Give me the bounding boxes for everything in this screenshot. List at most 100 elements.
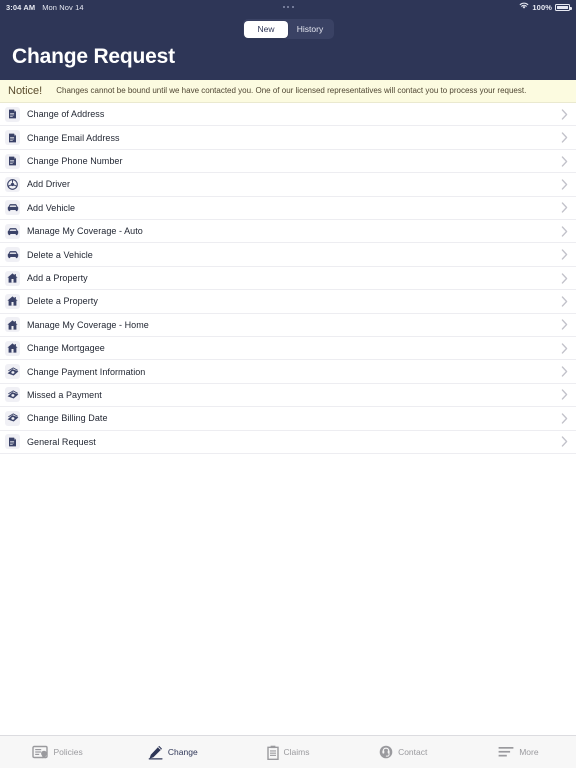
status-bar-center-dots <box>0 0 576 14</box>
segmented-control-wrap: New History <box>0 14 576 44</box>
headset-icon <box>379 745 393 759</box>
tab-history[interactable]: History <box>288 21 332 38</box>
list-item-label: Change Billing Date <box>27 413 108 424</box>
chevron-right-icon <box>561 249 568 260</box>
status-bar-time: 3:04 AM <box>6 2 36 12</box>
money-icon <box>5 387 20 403</box>
list-item-label: Manage My Coverage - Auto <box>27 226 143 237</box>
car-icon <box>5 223 20 239</box>
list-item-label: Missed a Payment <box>27 389 102 400</box>
menu-lines-icon <box>498 746 514 758</box>
pencil-icon <box>148 745 163 760</box>
list-item[interactable]: Missed a Payment <box>0 383 576 408</box>
chevron-right-icon <box>561 202 568 213</box>
list-item[interactable]: Manage My Coverage - Auto <box>0 220 576 244</box>
list-item[interactable]: Change Billing Date <box>0 407 576 431</box>
list-item-label: Delete a Property <box>27 296 98 307</box>
wifi-icon <box>519 2 529 12</box>
policy-certificate-icon <box>32 745 49 759</box>
page-title-wrap: Change Request <box>0 44 576 80</box>
status-bar-right: 100% <box>519 2 572 12</box>
notice-banner: Notice! Changes cannot be bound until we… <box>0 80 576 104</box>
segmented-control[interactable]: New History <box>242 19 334 39</box>
chevron-right-icon <box>561 272 568 284</box>
chevron-right-icon <box>561 389 568 401</box>
list-item[interactable]: Add a Property <box>0 266 576 291</box>
house-icon <box>5 340 20 356</box>
list-item[interactable]: Manage My Coverage - Home <box>0 313 576 337</box>
status-bar-date: Mon Nov 14 <box>42 2 84 12</box>
list-item-label: Change Email Address <box>27 132 120 143</box>
chevron-right-icon <box>561 319 568 330</box>
battery-full-icon <box>555 3 572 11</box>
document-icon <box>5 130 20 146</box>
chevron-right-icon <box>561 226 568 237</box>
tab-claims[interactable]: Claims <box>230 736 345 768</box>
house-icon <box>5 293 20 309</box>
dot-icon <box>282 6 285 8</box>
dot-icon <box>291 6 294 8</box>
nav-header: New History Change Request <box>0 14 576 81</box>
chevron-right-icon <box>561 366 568 377</box>
list-item-label: Delete a Vehicle <box>27 249 93 260</box>
steering-wheel-icon <box>5 176 20 192</box>
money-icon <box>5 410 20 426</box>
list-item-label: Add Vehicle <box>27 202 76 213</box>
notice-label: Notice! <box>8 85 43 98</box>
tab-more[interactable]: More <box>461 736 576 768</box>
content-filler <box>0 453 576 768</box>
list-item-label: Change Payment Information <box>27 366 146 377</box>
chevron-right-icon <box>561 436 568 447</box>
chevron-right-icon <box>561 109 568 120</box>
tab-policies[interactable]: Policies <box>0 736 115 768</box>
list-item-label: Manage My Coverage - Home <box>27 319 149 330</box>
money-icon <box>5 364 20 380</box>
notice-text: Changes cannot be bound until we have co… <box>56 85 527 95</box>
tab-label: Change <box>167 747 198 757</box>
list-item[interactable]: Change of Address <box>0 103 576 127</box>
document-icon <box>5 153 20 169</box>
list-item-label: Change Phone Number <box>27 156 123 167</box>
dot-icon <box>287 6 289 8</box>
chevron-right-icon <box>561 132 568 143</box>
list-item[interactable]: Delete a Vehicle <box>0 243 576 267</box>
list-item[interactable]: Change Payment Information <box>0 360 576 384</box>
list-item[interactable]: Delete a Property <box>0 290 576 314</box>
tab-change[interactable]: Change <box>115 736 230 768</box>
car-icon <box>5 200 20 216</box>
change-request-list: Change of Address Change Email Address Cha… <box>0 103 576 454</box>
tab-label: Policies <box>53 747 83 757</box>
tab-label: Claims <box>283 747 310 757</box>
status-bar: 3:04 AM Mon Nov 14 100% <box>0 0 576 14</box>
app-screen: 3:04 AM Mon Nov 14 100% New History Chan… <box>0 0 576 768</box>
house-icon <box>5 270 20 286</box>
list-item-label: General Request <box>27 436 96 447</box>
car-icon <box>5 247 20 263</box>
tab-new[interactable]: New <box>244 20 288 38</box>
page-title: Change Request <box>12 45 175 68</box>
document-icon <box>5 106 20 122</box>
chevron-right-icon <box>561 296 568 307</box>
battery-percent-label: 100% <box>532 2 552 12</box>
list-item[interactable]: Change Phone Number <box>0 149 576 174</box>
tab-label: More <box>519 747 539 757</box>
tab-contact[interactable]: Contact <box>346 736 461 768</box>
list-item[interactable]: Add Driver <box>0 173 576 197</box>
chevron-right-icon <box>561 343 568 354</box>
list-item-label: Change of Address <box>27 109 105 120</box>
list-item-label: Add a Property <box>27 273 88 284</box>
list-item[interactable]: Add Vehicle <box>0 196 576 221</box>
tab-label: Contact <box>398 747 428 757</box>
list-item[interactable]: Change Email Address <box>0 126 576 150</box>
bottom-tab-bar: Policies Change Claims Contact More <box>0 735 576 768</box>
chevron-right-icon <box>561 155 568 167</box>
list-item[interactable]: Change Mortgagee <box>0 337 576 361</box>
chevron-right-icon <box>561 179 568 190</box>
status-bar-left: 3:04 AM Mon Nov 14 <box>6 3 84 12</box>
house-icon <box>5 317 20 333</box>
chevron-right-icon <box>561 413 568 424</box>
document-icon <box>5 434 20 450</box>
list-item-label: Add Driver <box>27 179 71 190</box>
list-item[interactable]: General Request <box>0 430 576 454</box>
list-item-label: Change Mortgagee <box>27 343 105 354</box>
